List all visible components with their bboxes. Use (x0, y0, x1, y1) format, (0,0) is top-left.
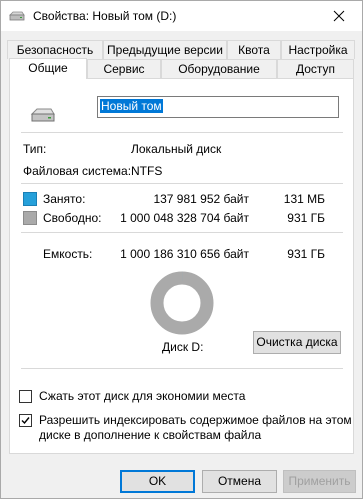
used-label: Занято: (43, 192, 86, 206)
compress-checkbox[interactable] (19, 390, 32, 403)
disk-cleanup-label: Очистка диска (256, 335, 338, 349)
cancel-button[interactable]: Отмена (202, 470, 277, 493)
title-bar: Свойства: Новый том (D:) (1, 1, 362, 31)
free-label: Свободно: (43, 211, 102, 225)
tab-hardware[interactable]: Оборудование (161, 59, 277, 78)
capacity-size: 931 ГБ (287, 247, 325, 261)
free-bytes: 1 000 048 328 704 байт (120, 211, 249, 225)
capacity-label: Емкость: (43, 247, 93, 261)
drive-icon (9, 11, 25, 21)
general-panel: Новый том Тип: Локальный диск Файловая с… (9, 78, 354, 454)
filesystem-label: Файловая система: (23, 164, 132, 178)
checkmark-icon (21, 417, 30, 425)
used-bytes: 137 981 952 байт (153, 192, 249, 206)
close-button[interactable] (316, 1, 362, 31)
properties-window: Свойства: Новый том (D:) Безопасность Пр… (0, 0, 363, 499)
disk-label: Диск D: (162, 340, 204, 354)
free-color-swatch (23, 211, 37, 225)
apply-label: Применить (288, 474, 351, 488)
tab-sharing[interactable]: Доступ (277, 59, 354, 78)
type-label: Тип: (23, 142, 47, 156)
volume-name-text: Новый том (100, 99, 163, 113)
used-size: 131 МБ (283, 192, 325, 206)
separator (21, 183, 343, 184)
index-checkbox[interactable] (19, 414, 32, 427)
window-title: Свойства: Новый том (D:) (33, 9, 177, 23)
tab-customize[interactable]: Настройка (281, 40, 355, 59)
free-size: 931 ГБ (287, 211, 325, 225)
index-label-line1: Разрешить индексировать содержимое файло… (39, 413, 352, 427)
tab-tools[interactable]: Сервис (87, 59, 161, 78)
filesystem-value: NTFS (131, 164, 163, 178)
donut-free-segment (150, 271, 214, 335)
disk-cleanup-button[interactable]: Очистка диска (253, 331, 341, 354)
tab-previous-versions[interactable]: Предыдущие версии (103, 40, 227, 59)
tab-general[interactable]: Общие (9, 58, 87, 79)
ok-label: OK (148, 474, 167, 488)
index-label-line2: диске в дополнение к свойствам файла (39, 428, 262, 442)
separator (21, 232, 343, 233)
tab-quota[interactable]: Квота (227, 40, 281, 59)
compress-label: Сжать этот диск для экономии места (39, 389, 246, 403)
ok-button[interactable]: OK (120, 470, 195, 493)
capacity-bytes: 1 000 186 310 656 байт (120, 247, 249, 261)
drive-icon (30, 108, 55, 122)
type-value: Локальный диск (131, 142, 222, 156)
separator (21, 368, 343, 369)
separator (21, 132, 343, 133)
close-icon (333, 10, 345, 22)
volume-name-input[interactable]: Новый том (97, 96, 339, 118)
tab-security[interactable]: Безопасность (7, 40, 103, 59)
apply-button[interactable]: Применить (283, 470, 356, 493)
cancel-label: Отмена (217, 474, 262, 488)
used-color-swatch (23, 192, 37, 206)
disk-usage-donut (150, 271, 214, 335)
